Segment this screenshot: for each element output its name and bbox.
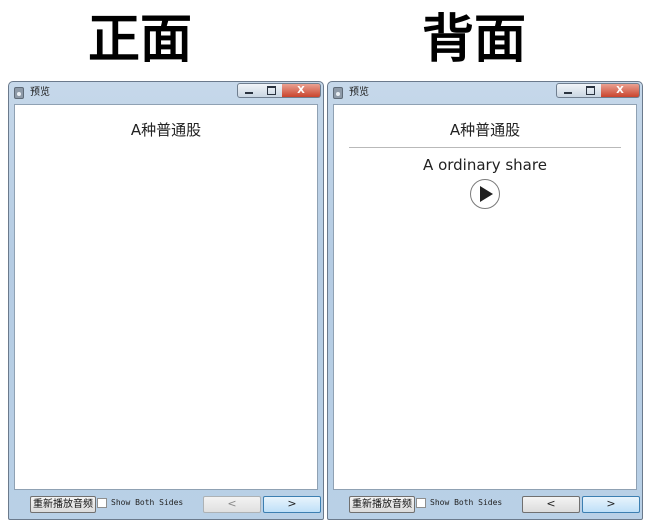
card-preview: A种普通股: [14, 104, 318, 490]
app-icon: [14, 87, 24, 99]
previous-button[interactable]: <: [203, 496, 261, 513]
card-back-text: A ordinary share: [423, 156, 547, 174]
next-button[interactable]: >: [582, 496, 640, 513]
app-icon: [333, 87, 343, 99]
close-icon: X: [616, 85, 624, 96]
card-preview: A种普通股 A ordinary share: [333, 104, 637, 490]
preview-window-front: 预览 X A种普通股 重新播放音频 Show Both Sides < >: [8, 81, 324, 520]
back-heading: 背面: [421, 9, 526, 70]
close-icon: X: [297, 85, 305, 96]
maximize-icon: [266, 86, 276, 95]
window-title: 预览: [349, 87, 369, 98]
previous-button[interactable]: <: [522, 496, 580, 513]
minimize-icon: [564, 91, 572, 94]
bottom-bar: 重新播放音频 Show Both Sides < >: [328, 490, 642, 519]
preview-window-back: 预览 X A种普通股 A ordinary share 重新播放音频 Show …: [327, 81, 643, 520]
titlebar[interactable]: 预览 X: [328, 82, 642, 102]
maximize-button[interactable]: [260, 83, 283, 98]
play-icon: [480, 186, 493, 202]
close-button[interactable]: X: [282, 83, 321, 98]
maximize-button[interactable]: [579, 83, 602, 98]
maximize-icon: [585, 86, 595, 95]
card-front-text: A种普通股: [130, 121, 202, 139]
replay-audio-button[interactable]: 重新播放音频: [349, 496, 415, 513]
window-title: 预览: [30, 87, 50, 98]
next-button[interactable]: >: [263, 496, 321, 513]
minimize-button[interactable]: [556, 83, 580, 98]
bottom-bar: 重新播放音频 Show Both Sides < >: [9, 490, 323, 519]
play-audio-button[interactable]: [470, 179, 500, 209]
close-button[interactable]: X: [601, 83, 640, 98]
minimize-button[interactable]: [237, 83, 261, 98]
show-both-sides-label[interactable]: Show Both Sides: [430, 497, 502, 509]
show-both-sides-checkbox[interactable]: [97, 498, 107, 508]
answer-divider: [349, 147, 621, 148]
minimize-icon: [245, 91, 253, 94]
show-both-sides-checkbox[interactable]: [416, 498, 426, 508]
replay-audio-button[interactable]: 重新播放音频: [30, 496, 96, 513]
front-heading: 正面: [87, 9, 192, 70]
titlebar[interactable]: 预览 X: [9, 82, 323, 102]
card-front-text: A种普通股: [449, 121, 521, 139]
show-both-sides-label[interactable]: Show Both Sides: [111, 497, 183, 509]
